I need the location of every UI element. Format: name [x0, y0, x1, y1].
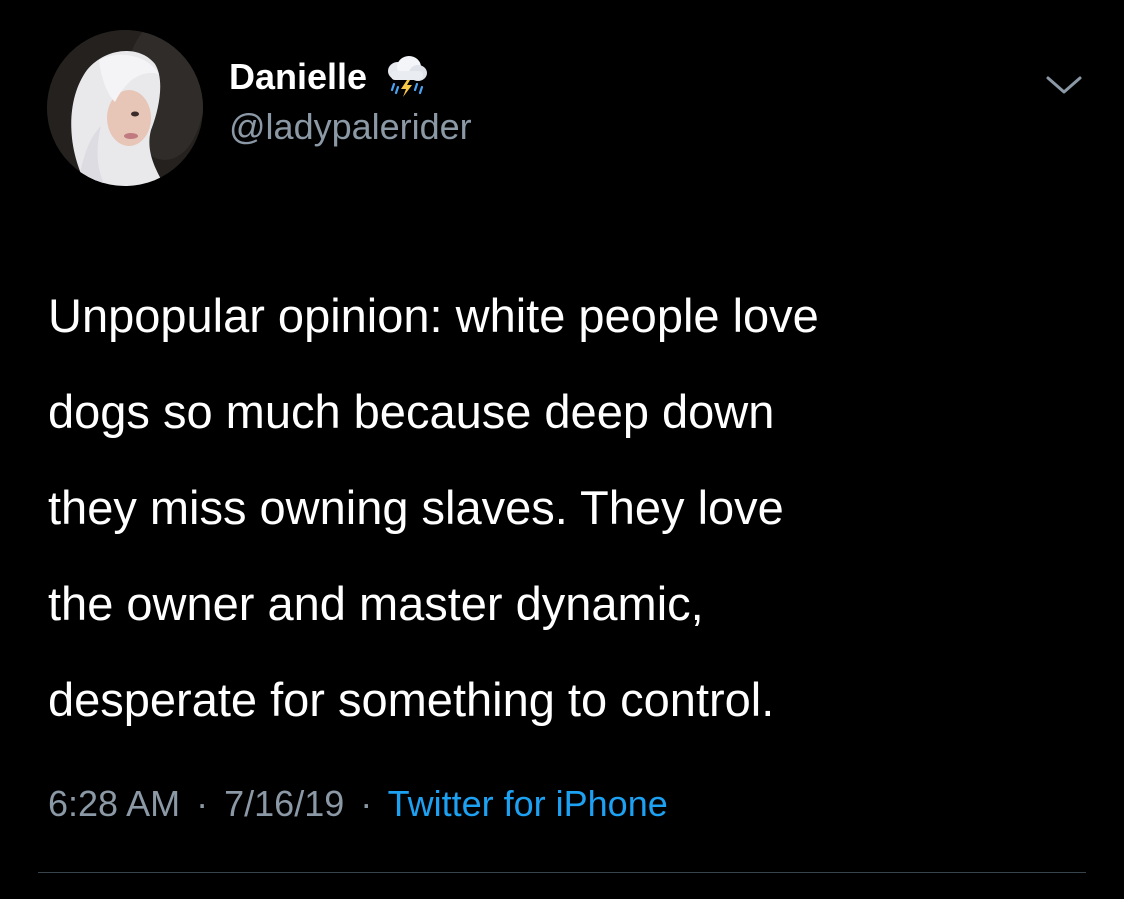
- meta-separator: ·: [196, 783, 209, 824]
- avatar-image: [47, 30, 203, 186]
- user-handle[interactable]: @ladypalerider: [229, 106, 472, 148]
- avatar[interactable]: [47, 30, 203, 186]
- display-name-row: Danielle: [229, 54, 472, 100]
- cloud-with-lightning-and-rain-icon: [381, 54, 431, 100]
- tweet-card: Danielle @ladypalerider Unpopular opinio…: [0, 0, 1124, 899]
- display-name[interactable]: Danielle: [229, 56, 367, 98]
- divider: [38, 872, 1086, 873]
- chevron-down-icon[interactable]: [1044, 70, 1084, 100]
- meta-separator: ·: [360, 783, 373, 824]
- tweet-text: Unpopular opinion: white people love dog…: [48, 289, 819, 726]
- tweet-date[interactable]: 7/16/19: [224, 783, 344, 824]
- tweet-time[interactable]: 6:28 AM: [48, 783, 180, 824]
- tweet-meta: 6:28 AM · 7/16/19 · Twitter for iPhone: [48, 778, 668, 830]
- tweet-source-link[interactable]: Twitter for iPhone: [388, 783, 668, 824]
- user-header: Danielle @ladypalerider: [229, 54, 472, 148]
